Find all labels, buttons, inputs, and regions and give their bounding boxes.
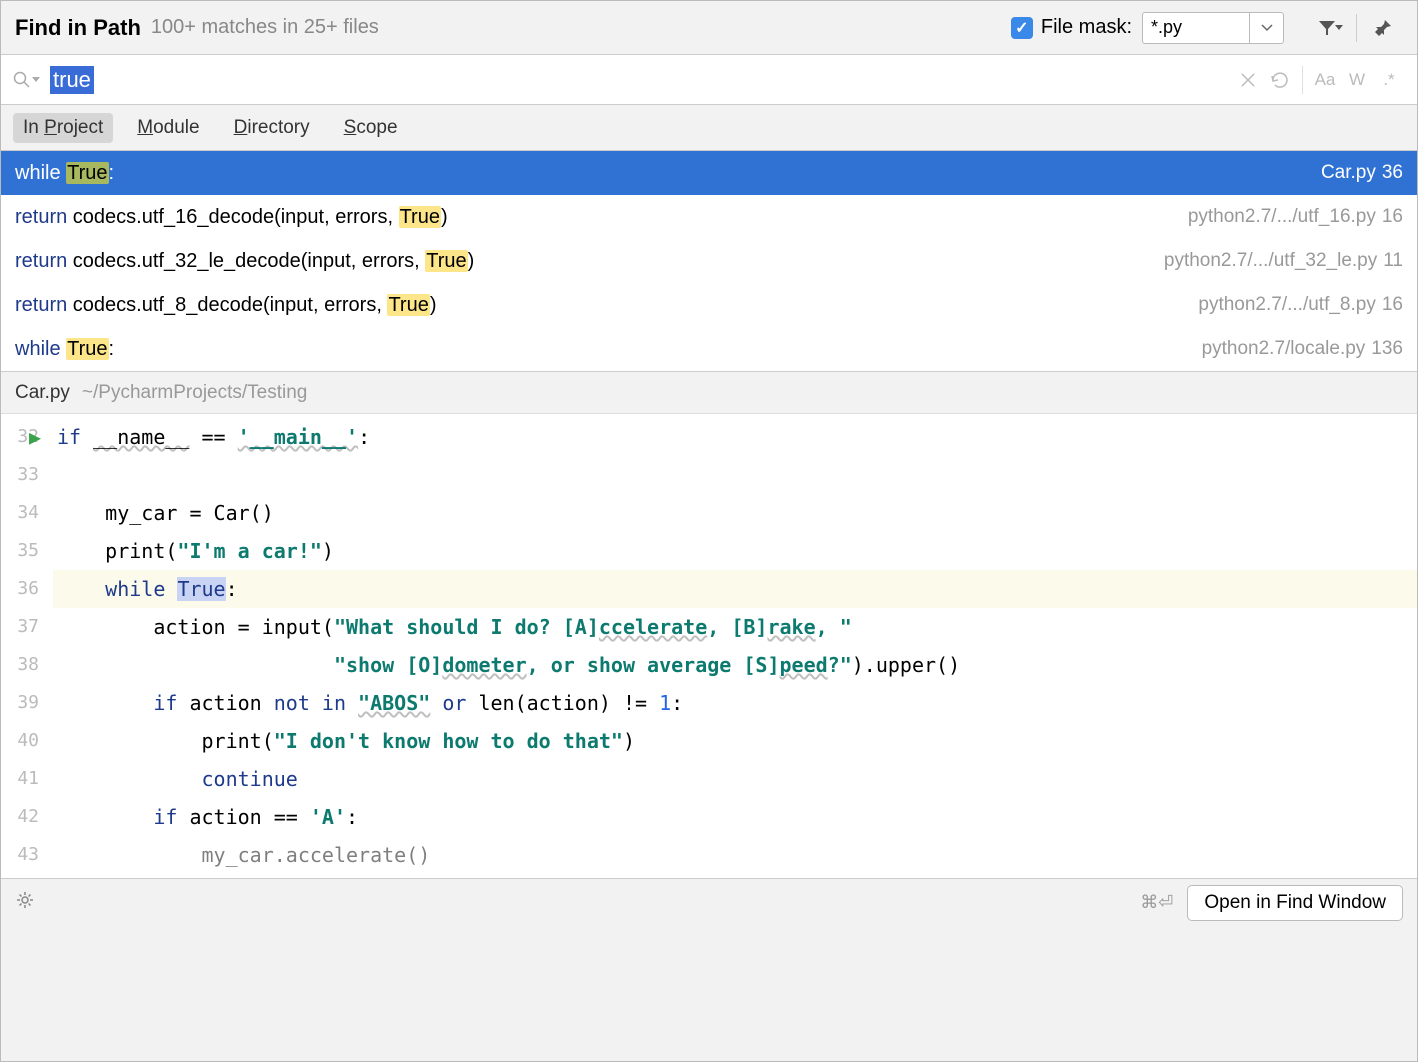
match-case-toggle[interactable]: Aa [1309,64,1341,96]
line-number: 33 [9,456,39,494]
code-string: "show [O]dometer, or show average [S]pee… [334,653,852,677]
result-row[interactable]: while True:Car.py 36 [1,151,1417,195]
chevron-down-icon [1261,24,1273,32]
filter-icon[interactable] [1310,12,1350,44]
line-number: 34 [9,494,39,532]
line-number: 43 [9,836,39,874]
pin-icon[interactable] [1363,12,1403,44]
preview-filename: Car.py [15,382,70,404]
result-path: python2.7/.../utf_8.py [1198,294,1375,316]
tab-module[interactable]: Module [127,113,209,143]
result-path: python2.7/.../utf_32_le.py [1164,250,1377,272]
line-gutter: 323334353637383940414243 [1,414,53,878]
line-number: 40 [9,722,39,760]
regex-toggle[interactable]: .* [1373,64,1405,96]
result-line-number: 16 [1382,206,1403,228]
preview-header: Car.py ~/PycharmProjects/Testing [1,372,1417,414]
search-icon [13,71,40,89]
line-number: 38 [9,646,39,684]
scope-tabs: In Project Module Directory Scope [1,105,1417,151]
open-in-find-window-button[interactable]: Open in Find Window [1187,885,1403,921]
search-query-text: true [50,66,94,94]
dialog-title: Find in Path [15,15,141,41]
filemask-checkbox[interactable]: ✓ [1011,17,1033,39]
result-row[interactable]: while True:python2.7/locale.py 136 [1,327,1417,371]
code-string: "What should I do? [A]ccelerate, [B]rake… [334,615,852,639]
result-line-number: 11 [1383,250,1403,272]
line-number: 36 [9,570,39,608]
run-gutter-icon[interactable]: ▶ [29,418,41,456]
filemask-input[interactable] [1142,12,1250,44]
clear-icon[interactable] [1232,64,1264,96]
preview-path: ~/PycharmProjects/Testing [82,382,307,404]
result-row[interactable]: return codecs.utf_32_le_decode(input, er… [1,239,1417,283]
result-row[interactable]: return codecs.utf_16_decode(input, error… [1,195,1417,239]
shortcut-hint: ⌘⏎ [1140,892,1173,913]
line-number: 39 [9,684,39,722]
dialog-header: Find in Path 100+ matches in 25+ files ✓… [1,1,1417,55]
result-row[interactable]: return codecs.utf_8_decode(input, errors… [1,283,1417,327]
tab-directory[interactable]: Directory [224,113,320,143]
code-body: ▶if __name__ == '__main__': my_car = Car… [53,414,1417,878]
result-path: python2.7/.../utf_16.py [1188,206,1376,228]
words-toggle[interactable]: W [1341,64,1373,96]
gear-icon[interactable] [15,890,35,915]
line-number: 37 [9,608,39,646]
history-icon[interactable] [1264,64,1296,96]
tab-in-project[interactable]: In Project [13,113,113,143]
dialog-footer: ⌘⏎ Open in Find Window [1,878,1417,926]
line-number: 41 [9,760,39,798]
result-line-number: 136 [1371,338,1403,360]
match-summary: 100+ matches in 25+ files [151,16,379,39]
tab-scope[interactable]: Scope [334,113,408,143]
results-list: while True:Car.py 36return codecs.utf_16… [1,151,1417,372]
result-line-number: 16 [1382,294,1403,316]
line-number: 42 [9,798,39,836]
result-path: python2.7/locale.py [1202,338,1366,360]
filemask-label: File mask: [1041,16,1132,39]
search-input[interactable]: true [50,66,1232,94]
search-row: true Aa W .* [1,55,1417,105]
line-number: 35 [9,532,39,570]
result-path: Car.py [1321,162,1376,184]
result-line-number: 36 [1382,162,1403,184]
filemask-dropdown[interactable] [1250,12,1284,44]
code-preview[interactable]: 323334353637383940414243 ▶if __name__ ==… [1,414,1417,878]
